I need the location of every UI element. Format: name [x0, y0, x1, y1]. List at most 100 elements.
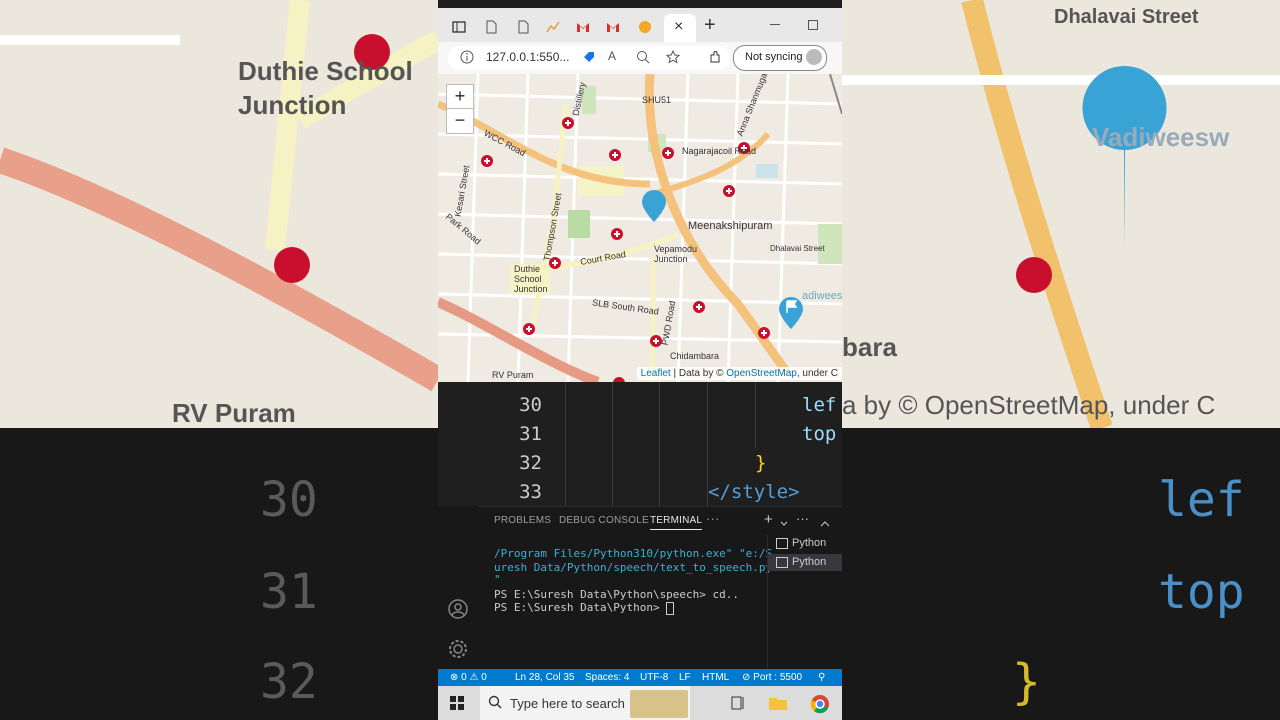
minimize-icon[interactable] [770, 24, 780, 25]
line-number: 33 [519, 481, 542, 503]
extensions-icon[interactable] [708, 50, 722, 69]
status-bar: ⊗ 0 ⚠ 0 Ln 28, Col 35 Spaces: 4 UTF-8 LF… [438, 669, 842, 686]
favorites-icon[interactable] [665, 49, 681, 69]
maximize-panel-icon[interactable] [820, 515, 830, 533]
tab-debug-console[interactable]: DEBUG CONSOLE [559, 515, 649, 526]
cursor-position[interactable]: Ln 28, Col 35 [515, 672, 575, 683]
tab-orange-icon[interactable] [638, 20, 652, 34]
chrome-icon[interactable] [810, 694, 830, 719]
code-line[interactable]: lef [802, 394, 836, 416]
leaflet-map[interactable]: SHU51 WCC Road Distillery Nagarajacoil R… [438, 74, 842, 382]
terminal-prompt[interactable]: PS E:\Suresh Data\Python> [494, 601, 675, 615]
port-label: Port : 5500 [753, 672, 803, 683]
encoding-status[interactable]: UTF-8 [640, 672, 668, 683]
terminal-icon [776, 538, 788, 549]
terminal-list-item[interactable]: Python [768, 535, 842, 552]
new-terminal-icon[interactable]: + [764, 511, 773, 528]
line-number: 31 [519, 423, 542, 445]
background-code-zoom: 30 31 32 [0, 428, 438, 720]
background-left-zoom: Duthie School Junction RV Puram 30 31 32 [0, 0, 438, 720]
osm-link[interactable]: OpenStreetMap [726, 368, 797, 379]
map-attribution: Leaflet | Data by © OpenStreetMap, under… [636, 367, 842, 380]
code-line[interactable]: } [755, 452, 766, 474]
indent-guide [565, 382, 566, 506]
background-bara-label: bara [842, 332, 897, 362]
tab-problems[interactable]: PROBLEMS [494, 515, 551, 526]
background-code-zoom: lef top } [842, 428, 1280, 720]
leaflet-link[interactable]: Leaflet [641, 368, 671, 379]
sync-button[interactable]: Not syncing [733, 45, 827, 71]
info-icon[interactable] [460, 50, 474, 69]
indent-guide [659, 382, 660, 506]
chevron-down-icon[interactable] [780, 515, 788, 533]
tab-page-icon[interactable] [484, 20, 498, 34]
tab-terminal[interactable]: TERMINAL [650, 515, 703, 530]
browser-tab-strip: × + [438, 8, 842, 42]
attribution-text: | Data by © [670, 368, 727, 379]
panel-more-icon[interactable]: ··· [796, 511, 809, 526]
code-line[interactable]: top [802, 423, 836, 445]
tab-page-icon[interactable] [516, 20, 530, 34]
live-server-port[interactable]: ⊘ Port : 5500 [742, 672, 802, 683]
tab-actions-icon[interactable] [452, 20, 466, 34]
search-highlight-image [630, 690, 688, 718]
zoom-in-button[interactable]: + [446, 84, 474, 110]
windows-start-icon[interactable] [450, 696, 464, 715]
tab-chart-icon[interactable] [546, 20, 560, 34]
search-icon [488, 695, 502, 714]
zoom-icon[interactable] [636, 50, 650, 69]
maximize-icon[interactable] [808, 20, 818, 30]
map-label: Nagarajacoil Road [682, 146, 757, 156]
background-code-text: } [1012, 654, 1041, 710]
background-code-text: top [1158, 564, 1245, 620]
background-right-zoom: Dhalavai Street Vadiweesw bara a by © Op… [842, 0, 1280, 720]
background-vadiw-label: Vadiweesw [1092, 122, 1230, 152]
map-label: Dhalavai Street [770, 244, 825, 253]
code-editor[interactable]: 30 31 32 33 lef top } </style> [438, 382, 842, 506]
read-aloud-icon[interactable]: A [608, 49, 616, 63]
background-attribution: a by © OpenStreetMap, under C [842, 390, 1216, 420]
background-map-roads [842, 0, 1280, 428]
terminal-icon [776, 557, 788, 568]
terminal-name: Python [792, 556, 827, 568]
map-label: Vepamodu Junction [654, 244, 698, 264]
account-icon[interactable] [447, 598, 469, 625]
indent-guide [612, 382, 613, 506]
active-tab[interactable]: × [664, 14, 696, 42]
map-label: Duthie School Junction [514, 264, 548, 294]
terminal-line: uresh Data/Python/speech/text_to_speech.… [494, 561, 773, 574]
map-label: RV Puram [492, 370, 534, 380]
background-duthie-label: Duthie School Junction [238, 56, 413, 120]
terminal-cursor [666, 601, 675, 615]
profile-avatar-icon [806, 49, 822, 65]
tag-icon[interactable] [582, 50, 596, 69]
background-map-zoom: Dhalavai Street Vadiweesw bara a by © Op… [842, 0, 1280, 428]
indent-guide [755, 382, 756, 448]
background-line-number: 30 [260, 472, 318, 528]
language-status[interactable]: HTML [702, 672, 729, 683]
gmail-icon[interactable] [606, 20, 620, 34]
settings-gear-icon[interactable] [447, 638, 469, 665]
file-explorer-icon[interactable] [768, 695, 788, 716]
sync-label: Not syncing [745, 51, 803, 63]
new-tab-button[interactable]: + [704, 14, 716, 37]
code-line[interactable]: </style> [708, 481, 800, 503]
zoom-out-button[interactable]: − [446, 108, 474, 134]
more-actions-icon[interactable]: ··· [706, 511, 720, 526]
background-line-number: 32 [260, 654, 318, 710]
terminal-list-item[interactable]: Python [768, 554, 842, 571]
bottom-panel: PROBLEMS DEBUG CONSOLE TERMINAL ··· + ··… [478, 506, 842, 670]
close-tab-icon[interactable]: × [674, 18, 683, 36]
gmail-icon[interactable] [576, 20, 590, 34]
taskbar-search[interactable]: Type here to search [480, 686, 690, 720]
map-roads-layer [438, 74, 842, 382]
url-field[interactable]: 127.0.0.1:550... A [448, 46, 730, 70]
task-view-icon[interactable] [730, 696, 746, 715]
url-text[interactable]: 127.0.0.1:550... [486, 50, 569, 64]
indentation-status[interactable]: Spaces: 4 [585, 672, 629, 683]
feedback-icon[interactable]: ⚲ [818, 672, 825, 683]
line-number: 30 [519, 394, 542, 416]
eol-status[interactable]: LF [679, 672, 691, 683]
problems-status[interactable]: ⊗ 0 ⚠ 0 [450, 672, 487, 683]
terminal-name: Python [792, 537, 827, 549]
